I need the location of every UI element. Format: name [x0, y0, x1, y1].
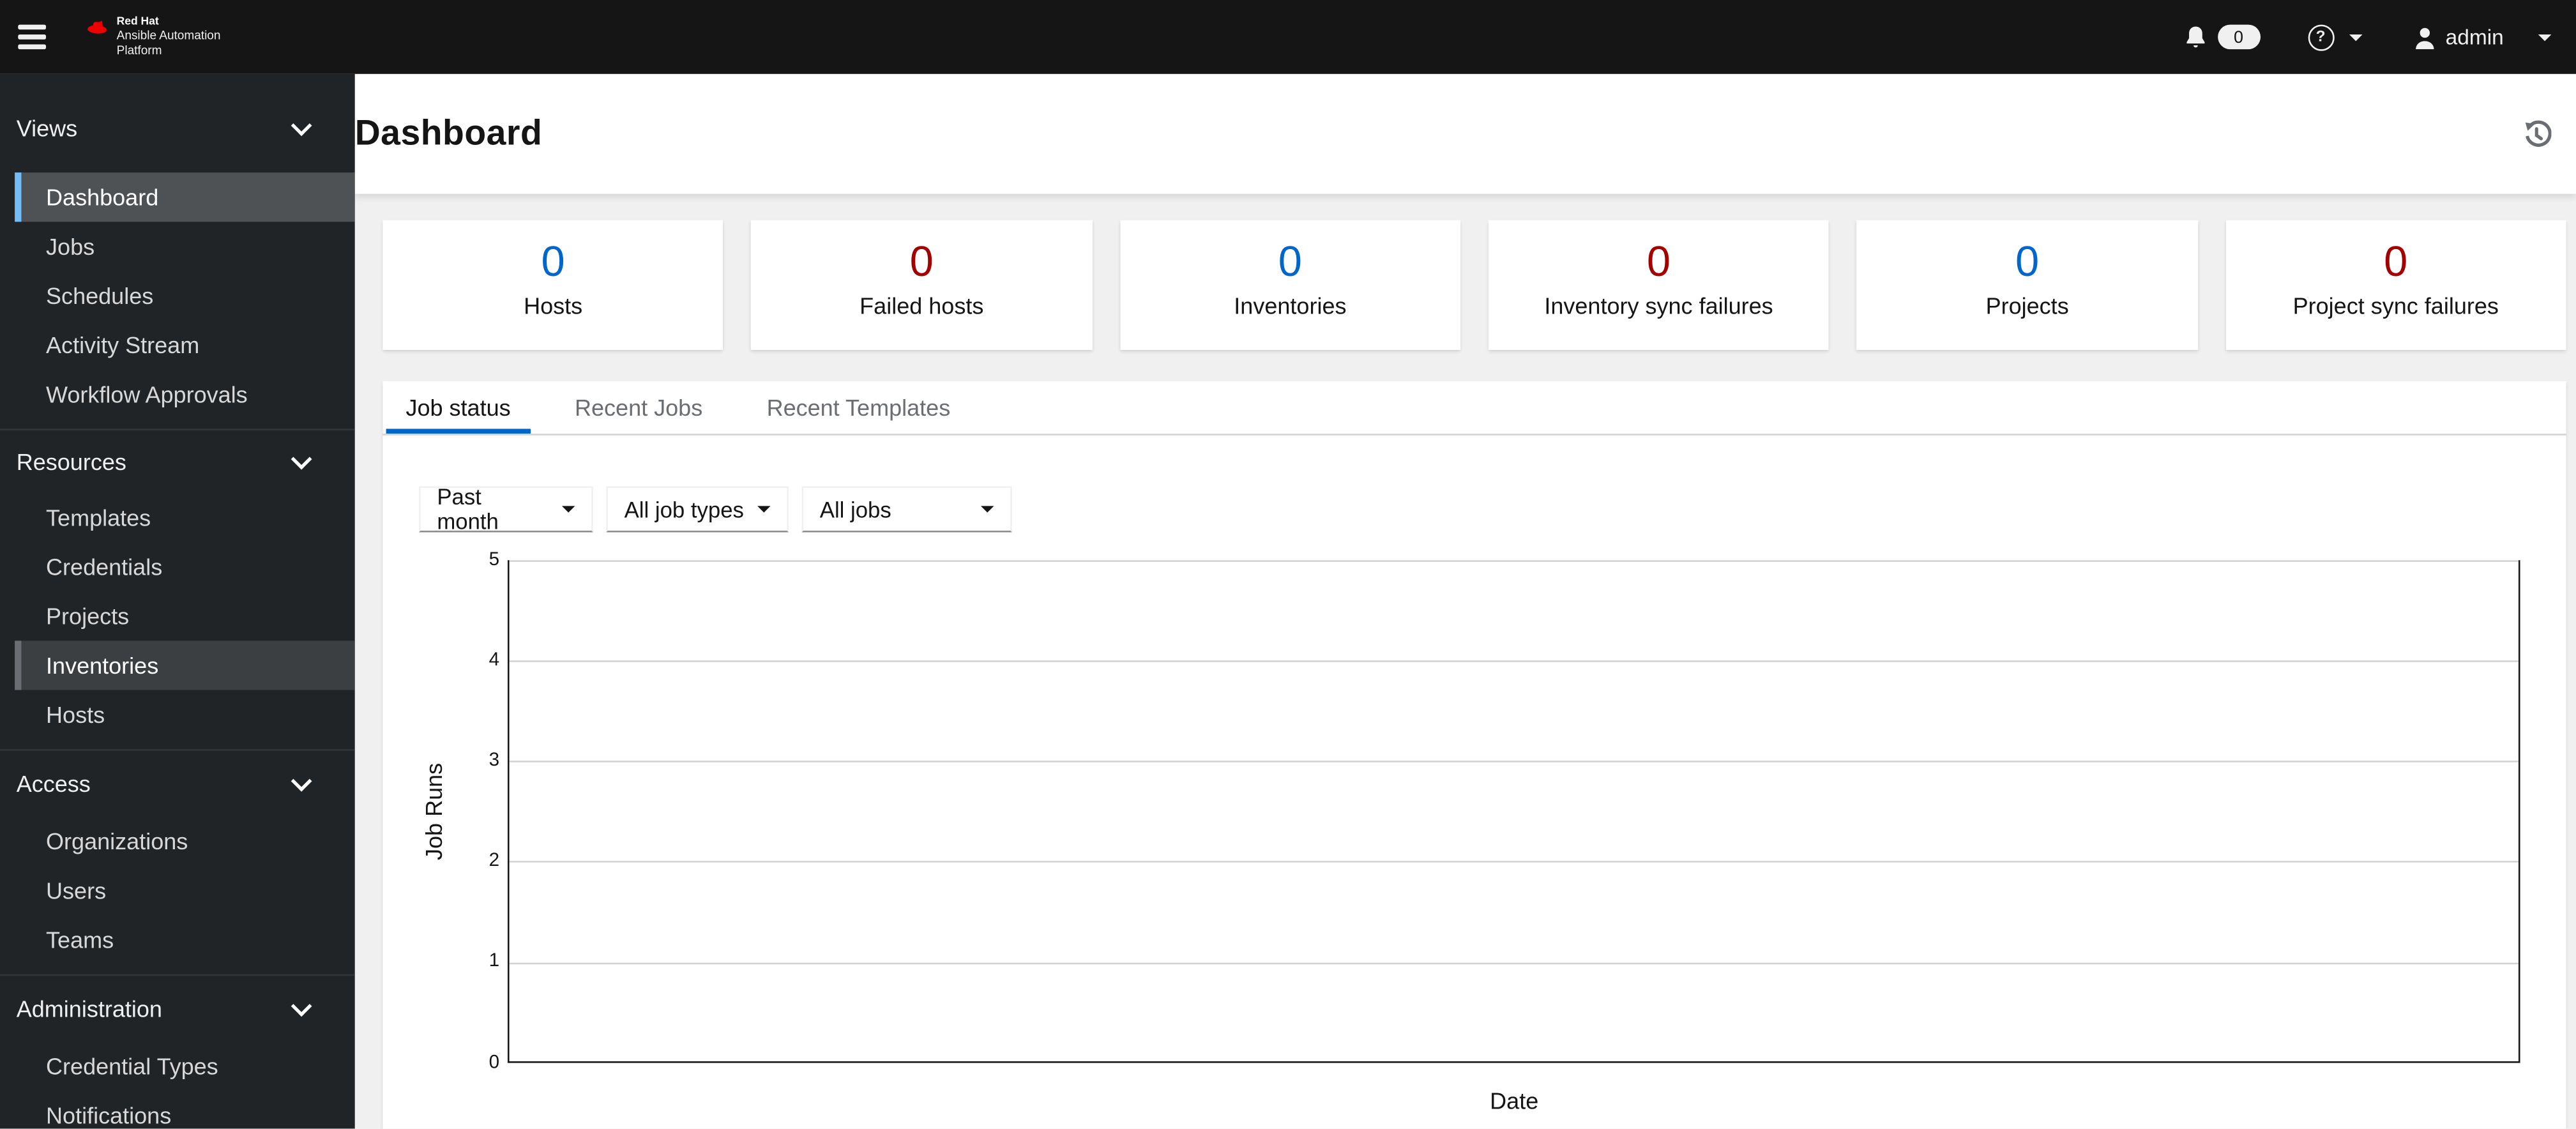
- chart-x-axis-title: Date: [1490, 1087, 1539, 1114]
- sidebar-item-organizations[interactable]: Organizations: [15, 817, 355, 866]
- nav-toggle-hamburger-icon[interactable]: [18, 17, 57, 57]
- page-title: Dashboard: [354, 113, 543, 153]
- sidebar-item-teams[interactable]: Teams: [15, 915, 355, 964]
- user-menu-caret-down-icon[interactable]: [2538, 33, 2552, 41]
- user-icon: [2415, 27, 2434, 49]
- caret-down-icon: [757, 506, 771, 513]
- help-icon[interactable]: ?: [2307, 24, 2334, 50]
- hosts-label: Hosts: [524, 292, 583, 319]
- notifications-count-badge[interactable]: 0: [2217, 24, 2260, 50]
- gridline: [510, 761, 2519, 762]
- job-select[interactable]: All jobs: [801, 486, 1012, 533]
- chevron-down-icon: [291, 770, 312, 792]
- main-area: Dashboard 0 Hosts 0 Failed hosts 0 Inven…: [354, 73, 2576, 1129]
- sidebar-item-templates[interactable]: Templates: [15, 493, 355, 542]
- inventories-count[interactable]: 0: [1278, 236, 1302, 285]
- gridline: [510, 861, 2519, 863]
- stat-card-projects: 0 Projects: [1856, 220, 2198, 350]
- help-caret-down-icon[interactable]: [2348, 33, 2362, 41]
- dashboard-content: 0 Hosts 0 Failed hosts 0 Inventories 0 I…: [354, 193, 2576, 1129]
- sidebar-item-users[interactable]: Users: [15, 866, 355, 915]
- projects-count[interactable]: 0: [2015, 236, 2039, 285]
- y-tick-1: 1: [489, 951, 500, 972]
- y-tick-3: 3: [489, 750, 500, 771]
- stat-cards-row: 0 Hosts 0 Failed hosts 0 Inventories 0 I…: [383, 220, 2566, 350]
- inventory-sync-failures-count[interactable]: 0: [1647, 236, 1671, 285]
- sidebar-item-notifications[interactable]: Notifications: [15, 1091, 355, 1129]
- y-tick-4: 4: [489, 649, 500, 670]
- stat-card-inventory-sync-failures: 0 Inventory sync failures: [1488, 220, 1830, 350]
- hosts-count[interactable]: 0: [542, 236, 565, 285]
- gridline: [510, 559, 2519, 561]
- sidebar-section-views[interactable]: Views: [0, 103, 355, 153]
- sidebar-item-credential-types[interactable]: Credential Types: [15, 1042, 355, 1091]
- project-sync-failures-count[interactable]: 0: [2384, 236, 2407, 285]
- masthead-toolbar: 0 ? admin: [2183, 24, 2576, 50]
- sidebar-item-jobs[interactable]: Jobs: [15, 222, 355, 271]
- period-select[interactable]: Past month: [419, 485, 593, 534]
- sidebar-item-dashboard[interactable]: Dashboard: [15, 172, 355, 222]
- section-label: Views: [16, 115, 78, 142]
- y-tick-2: 2: [489, 851, 500, 872]
- job-runs-chart-plot-area: [508, 559, 2520, 1063]
- stat-card-inventories: 0 Inventories: [1119, 220, 1461, 350]
- gridline: [510, 660, 2519, 662]
- sidebar-section-access[interactable]: Access: [0, 759, 355, 808]
- sidebar-item-activity-stream[interactable]: Activity Stream: [15, 321, 355, 370]
- sidebar-item-credentials[interactable]: Credentials: [15, 542, 355, 591]
- history-icon[interactable]: [2522, 119, 2552, 149]
- sidebar-section-administration[interactable]: Administration: [0, 984, 355, 1033]
- sidebar-item-projects[interactable]: Projects: [15, 591, 355, 640]
- failed-hosts-label: Failed hosts: [860, 292, 984, 319]
- chevron-down-icon: [291, 996, 312, 1017]
- inventories-label: Inventories: [1234, 292, 1347, 319]
- sidebar-divider: [0, 428, 355, 431]
- tab-job-status[interactable]: Job status: [386, 381, 531, 434]
- tab-recent-templates[interactable]: Recent Templates: [747, 381, 970, 434]
- chevron-down-icon: [291, 115, 312, 137]
- chart-y-axis-title: Job Runs: [420, 762, 447, 860]
- notifications-bell-icon[interactable]: [2183, 24, 2208, 50]
- sidebar-item-inventories[interactable]: Inventories: [15, 640, 355, 690]
- sidebar-item-hosts[interactable]: Hosts: [15, 690, 355, 739]
- stat-card-failed-hosts: 0 Failed hosts: [751, 220, 1092, 350]
- failed-hosts-count[interactable]: 0: [910, 236, 934, 285]
- job-type-select[interactable]: All job types: [606, 486, 789, 533]
- sidebar-divider: [0, 749, 355, 751]
- inventory-sync-failures-label: Inventory sync failures: [1544, 292, 1773, 319]
- y-tick-5: 5: [489, 549, 500, 570]
- red-hat-fedora-icon: [87, 21, 107, 35]
- tab-bar: Job status Recent Jobs Recent Templates: [383, 381, 2566, 436]
- projects-label: Projects: [1985, 292, 2069, 319]
- sidebar-section-resources[interactable]: Resources: [0, 437, 355, 486]
- section-label: Administration: [16, 996, 162, 1022]
- y-tick-0: 0: [489, 1052, 500, 1072]
- stat-card-hosts: 0 Hosts: [383, 220, 724, 350]
- job-status-panel: Job status Recent Jobs Recent Templates …: [383, 381, 2566, 1129]
- section-label: Resources: [16, 448, 126, 475]
- brand-line-3: Platform: [116, 42, 162, 57]
- brand-line-2: Ansible Automation: [116, 28, 221, 43]
- caret-down-icon: [561, 506, 575, 513]
- chevron-down-icon: [291, 448, 312, 470]
- project-sync-failures-label: Project sync failures: [2292, 292, 2499, 319]
- sidebar-nav: Views Dashboard Jobs Schedules Activity …: [0, 73, 355, 1129]
- masthead: Red Hat Ansible Automation Platform 0 ? …: [0, 0, 2576, 74]
- app-root: Red Hat Ansible Automation Platform 0 ? …: [0, 0, 2576, 1129]
- sidebar-divider: [0, 974, 355, 976]
- section-label: Access: [16, 770, 91, 797]
- sidebar-item-schedules[interactable]: Schedules: [15, 271, 355, 320]
- chart-filters: Past month All job types All jobs: [419, 485, 2566, 534]
- page-header: Dashboard: [354, 73, 2576, 194]
- username-label[interactable]: admin: [2446, 25, 2504, 50]
- stat-card-project-sync-failures: 0 Project sync failures: [2225, 220, 2566, 350]
- caret-down-icon: [980, 506, 994, 513]
- sidebar-item-workflow-approvals[interactable]: Workflow Approvals: [15, 370, 355, 419]
- gridline: [510, 962, 2519, 964]
- brand-logo: Red Hat Ansible Automation Platform: [86, 17, 221, 57]
- tab-recent-jobs[interactable]: Recent Jobs: [555, 381, 722, 434]
